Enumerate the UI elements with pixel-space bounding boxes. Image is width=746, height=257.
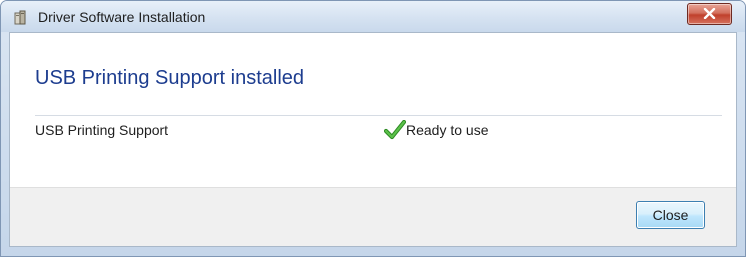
close-icon (703, 8, 716, 19)
page-title: USB Printing Support installed (35, 67, 305, 89)
button-bar: Close (10, 187, 736, 246)
divider (35, 115, 722, 116)
checkmark-icon (383, 119, 407, 140)
device-name: USB Printing Support (35, 122, 169, 138)
status-text: Ready to use (406, 122, 489, 138)
title-bar[interactable]: Driver Software Installation (1, 1, 745, 32)
driver-install-icon (13, 10, 29, 26)
close-button[interactable]: Close (636, 201, 705, 229)
window-close-button[interactable] (687, 3, 732, 25)
dialog-window: Driver Software Installation USB Printin… (0, 0, 746, 257)
content-panel: USB Printing Support installed USB Print… (9, 32, 737, 247)
window-title: Driver Software Installation (38, 9, 206, 25)
